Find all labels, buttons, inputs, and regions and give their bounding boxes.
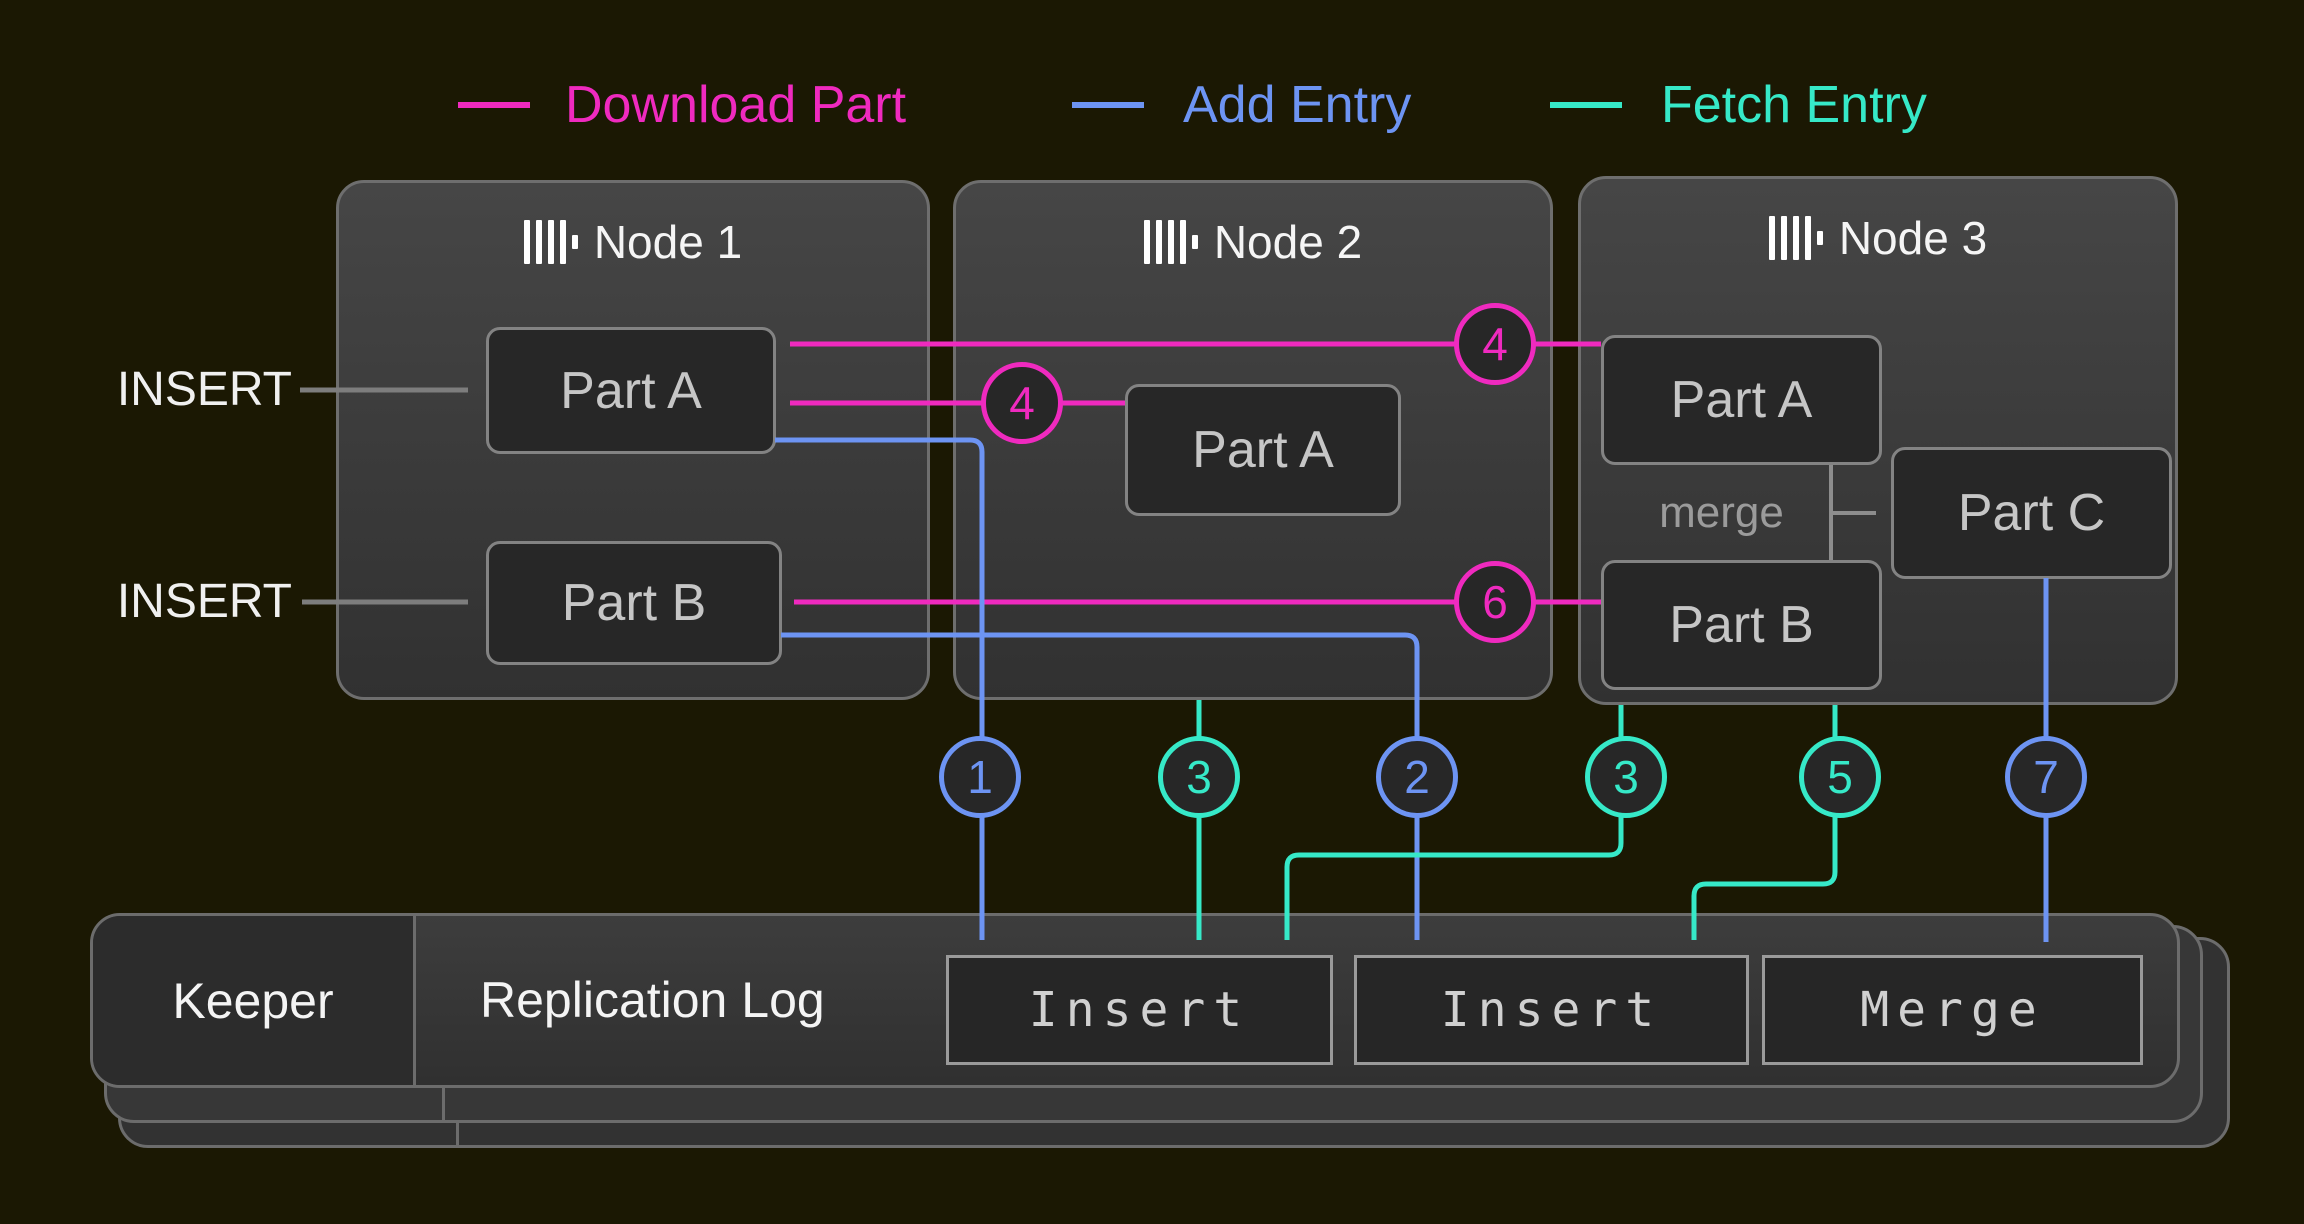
legend-item-fetch-entry: Fetch Entry	[1661, 78, 1927, 132]
step-badge-download-4-mid: 4	[981, 362, 1063, 444]
replication-diagram: Download Part Add Entry Fetch Entry INSE…	[0, 0, 2304, 1224]
add-entry-line-1	[775, 440, 982, 940]
badge-value: 4	[1009, 376, 1035, 430]
replication-log-label: Replication Log	[480, 975, 825, 1025]
step-badge-fetch-5: 5	[1799, 736, 1881, 818]
log-entry-merge: Merge	[1762, 955, 2143, 1065]
badge-value: 5	[1827, 750, 1853, 804]
badge-value: 6	[1482, 575, 1508, 629]
step-badge-add-7: 7	[2005, 736, 2087, 818]
legend-item-download-part: Download Part	[565, 78, 906, 132]
badge-value: 3	[1613, 750, 1639, 804]
badge-value: 4	[1482, 317, 1508, 371]
step-badge-fetch-3-node2: 3	[1158, 736, 1240, 818]
badge-value: 2	[1404, 750, 1430, 804]
badge-value: 7	[2033, 750, 2059, 804]
step-badge-fetch-3-node3: 3	[1585, 736, 1667, 818]
add-entry-line-2	[781, 635, 1417, 940]
badge-value: 1	[967, 750, 993, 804]
step-badge-add-1: 1	[939, 736, 1021, 818]
log-entry-insert-1: Insert	[946, 955, 1333, 1065]
log-entry-insert-2: Insert	[1354, 955, 1749, 1065]
badge-value: 3	[1186, 750, 1212, 804]
insert-label-part-a: INSERT	[40, 363, 292, 417]
step-badge-download-4-top: 4	[1454, 303, 1536, 385]
insert-label-part-b: INSERT	[40, 575, 292, 629]
step-badge-add-2: 2	[1376, 736, 1458, 818]
step-badge-download-6: 6	[1454, 561, 1536, 643]
legend-item-add-entry: Add Entry	[1183, 78, 1411, 132]
fetch-entry-line-5	[1694, 705, 1835, 940]
fetch-entry-line-3-node3	[1287, 705, 1621, 940]
